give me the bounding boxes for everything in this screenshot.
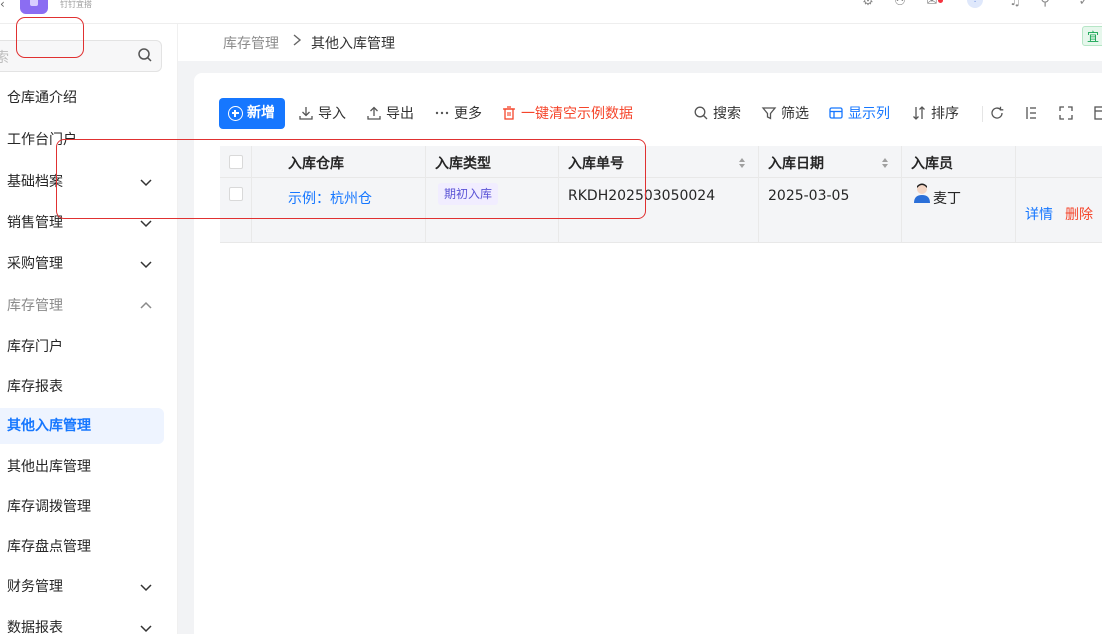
- clear-sample-data-button[interactable]: 一键清空示例数据: [501, 104, 633, 124]
- column-divider: [901, 146, 902, 242]
- highlight-box-add-button: [16, 17, 84, 58]
- layout-icon: [1094, 106, 1102, 120]
- sidebar-item-inventory-report[interactable]: 库存报表: [0, 369, 164, 405]
- users-icon[interactable]: ⚇: [892, 0, 908, 10]
- breadcrumb-parent[interactable]: 库存管理: [223, 33, 279, 53]
- search-button[interactable]: 搜索: [693, 104, 741, 124]
- search-icon[interactable]: [137, 47, 153, 63]
- refresh-button[interactable]: [989, 104, 1009, 124]
- columns-icon: [829, 107, 843, 119]
- import-button[interactable]: 导入: [298, 104, 346, 124]
- upload-icon: [367, 106, 381, 120]
- columns-button[interactable]: 显示列: [828, 104, 890, 124]
- chevron-down-icon: [140, 584, 152, 592]
- refresh-icon: [991, 106, 1004, 119]
- user-avatar-icon: [914, 183, 930, 203]
- delete-link[interactable]: 删除: [1065, 204, 1093, 224]
- fullscreen-icon: [1059, 106, 1073, 120]
- export-button[interactable]: 导出: [366, 104, 414, 124]
- chevron-right-icon: [293, 34, 302, 46]
- search-placeholder: 索: [0, 50, 9, 66]
- main-content: 库存管理 其他入库管理 宜 新增 导入 导出 更多 一键清空示例数据 搜索 筛选…: [178, 24, 1102, 634]
- sort-arrows-icon[interactable]: [738, 157, 746, 169]
- search-icon: [694, 106, 708, 120]
- bell-icon[interactable]: ♫: [1007, 0, 1023, 10]
- sidebar-item-purchase[interactable]: 采购管理: [0, 246, 164, 282]
- sidebar-item-other-outbound[interactable]: 其他出库管理: [0, 449, 164, 485]
- sidebar-item-inventory[interactable]: 库存管理: [0, 288, 164, 324]
- chevron-down-icon: [140, 261, 152, 269]
- fullscreen-button[interactable]: [1058, 104, 1078, 124]
- column-header-date[interactable]: 入库日期: [768, 153, 824, 173]
- env-badge: 宜: [1082, 26, 1102, 46]
- column-header-operator[interactable]: 入库员: [911, 153, 953, 173]
- inbound-date: 2025-03-05: [768, 188, 850, 204]
- download-icon: [299, 107, 313, 120]
- chevron-down-icon: [140, 625, 152, 633]
- breadcrumb-current: 其他入库管理: [311, 36, 395, 52]
- sidebar: 索 仓库通介绍 工作台门户 基础档案 销售管理 采购管理 库存管理 库存门户 库…: [0, 24, 178, 634]
- operator-name: 麦丁: [933, 191, 961, 207]
- info-icon[interactable]: !: [967, 0, 983, 8]
- row-divider: [220, 242, 1102, 243]
- column-divider: [758, 146, 759, 242]
- sidebar-item-finance[interactable]: 财务管理: [0, 569, 164, 605]
- sidebar-item-other-inbound[interactable]: 其他入库管理: [0, 408, 164, 444]
- sort-arrows-icon[interactable]: [881, 157, 889, 169]
- check-icon[interactable]: ✓: [1076, 0, 1092, 10]
- sidebar-item-transfer[interactable]: 库存调拨管理: [0, 489, 164, 525]
- filter-icon: [761, 107, 777, 120]
- column-divider: [1015, 146, 1016, 242]
- sort-icon: [913, 106, 925, 120]
- highlight-box-table-row: [56, 139, 646, 219]
- user-add-icon[interactable]: ⚲: [1037, 0, 1053, 10]
- row-height-icon: [1026, 107, 1036, 119]
- sidebar-item-inventory-portal[interactable]: 库存门户: [0, 329, 164, 365]
- sidebar-item-data-report[interactable]: 数据报表: [0, 610, 164, 634]
- app-logo[interactable]: [20, 0, 48, 14]
- back-icon[interactable]: ‹: [0, 0, 5, 11]
- sidebar-item-stocktake[interactable]: 库存盘点管理: [0, 529, 164, 565]
- plus-circle-icon: [228, 106, 243, 121]
- trash-icon: [503, 106, 515, 120]
- notification-dot: [938, 0, 943, 3]
- settings-icon[interactable]: ⚙: [860, 0, 876, 10]
- sort-button[interactable]: 排序: [911, 104, 959, 124]
- chevron-up-icon: [140, 301, 152, 309]
- toolbar-divider: [982, 106, 983, 122]
- detail-link[interactable]: 详情: [1025, 204, 1053, 224]
- breadcrumb: 库存管理 其他入库管理 宜: [178, 24, 1102, 61]
- more-button[interactable]: 更多: [434, 104, 482, 124]
- add-button[interactable]: 新增: [219, 98, 285, 129]
- layout-button[interactable]: [1092, 104, 1102, 124]
- more-dots-icon: [435, 111, 449, 115]
- top-bar: ‹ 钉钉宜搭 ⚙ ⚇ ✉ ! ♫ ⚲ ✓: [0, 0, 1102, 24]
- sidebar-item-intro[interactable]: 仓库通介绍: [0, 80, 164, 116]
- filter-button[interactable]: 筛选: [761, 104, 809, 124]
- row-height-button[interactable]: [1022, 104, 1042, 124]
- app-logo-text: 钉钉宜搭: [60, 0, 92, 9]
